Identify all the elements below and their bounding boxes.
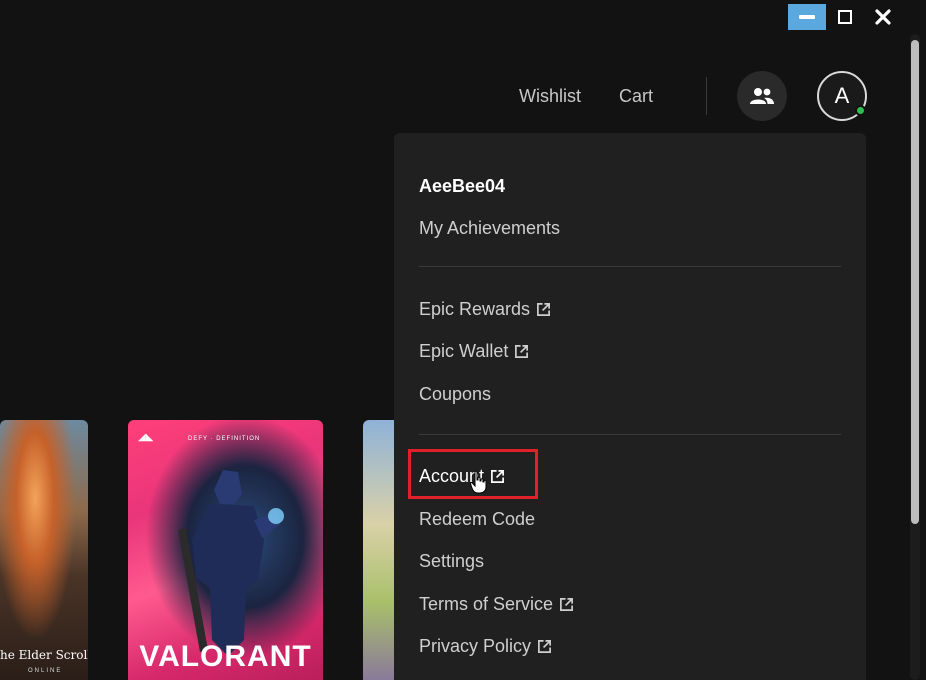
wishlist-link[interactable]: Wishlist [519, 86, 581, 107]
game-card-elder-scrolls[interactable]: he Elder Scrolls ONLINE [0, 420, 88, 680]
menu-username: AeeBee04 [419, 176, 506, 196]
menu-item-epic-wallet[interactable]: Epic Wallet [419, 341, 529, 362]
menu-item-label: My Achievements [419, 218, 561, 238]
menu-divider [419, 266, 841, 267]
online-status-dot [855, 105, 867, 116]
external-link-icon [491, 470, 505, 483]
menu-item-terms-of-service[interactable]: Terms of Service [419, 594, 574, 615]
menu-item-my-achievements[interactable]: My Achievements [419, 218, 560, 239]
menu-item-redeem-code[interactable]: Redeem Code [419, 509, 535, 530]
external-link-icon [515, 345, 529, 358]
friends-icon [750, 88, 775, 104]
menu-item-privacy-policy[interactable]: Privacy Policy [419, 636, 552, 657]
menu-item-settings[interactable]: Settings [419, 551, 484, 572]
maximize-icon [838, 10, 852, 24]
menu-item-coupons[interactable]: Coupons [419, 384, 491, 405]
external-link-icon [538, 640, 551, 653]
avatar-button[interactable]: A [817, 71, 868, 121]
menu-divider [419, 434, 841, 435]
menu-item-label: Epic Rewards [419, 299, 531, 319]
cart-link[interactable]: Cart [619, 86, 653, 107]
external-link-icon [537, 303, 551, 316]
close-button[interactable] [864, 4, 902, 30]
game-card-title: he Elder Scrolls [0, 648, 88, 662]
friends-button[interactable] [737, 71, 788, 121]
external-link-icon [560, 598, 574, 611]
minimize-icon [799, 15, 815, 19]
menu-item-label: Coupons [419, 384, 492, 404]
top-nav: Wishlist Cart A [500, 70, 868, 122]
game-card-title: VALORANT [139, 640, 312, 673]
game-card-subtitle: ONLINE [28, 668, 63, 674]
menu-item-label: Terms of Service [419, 594, 554, 614]
avatar-initial: A [834, 83, 850, 108]
hand-cursor-icon [470, 470, 487, 494]
maximize-button[interactable] [826, 4, 864, 30]
valorant-logo-icon: ◢◣ [138, 432, 154, 443]
menu-item-epic-rewards[interactable]: Epic Rewards [419, 299, 551, 320]
scrollbar[interactable] [910, 34, 920, 680]
menu-item-label: Epic Wallet [419, 341, 509, 361]
menu-item-label: Settings [419, 551, 485, 571]
game-card-tagline: DEFY · DEFINITION [188, 436, 261, 442]
window-controls [788, 4, 902, 30]
menu-item-label: Redeem Code [419, 509, 536, 529]
menu-item-label: Privacy Policy [419, 636, 532, 656]
scrollbar-thumb[interactable] [911, 40, 919, 524]
character-art [178, 470, 284, 656]
game-card-valorant[interactable]: ◢◣ DEFY · DEFINITION VALORANT [128, 420, 323, 680]
account-dropdown-menu: AeeBee04 My Achievements Epic Rewards Ep… [394, 133, 866, 680]
close-icon [875, 9, 891, 25]
minimize-button[interactable] [788, 4, 826, 30]
nav-divider [706, 77, 708, 115]
menu-item-account[interactable]: Account [419, 466, 505, 487]
